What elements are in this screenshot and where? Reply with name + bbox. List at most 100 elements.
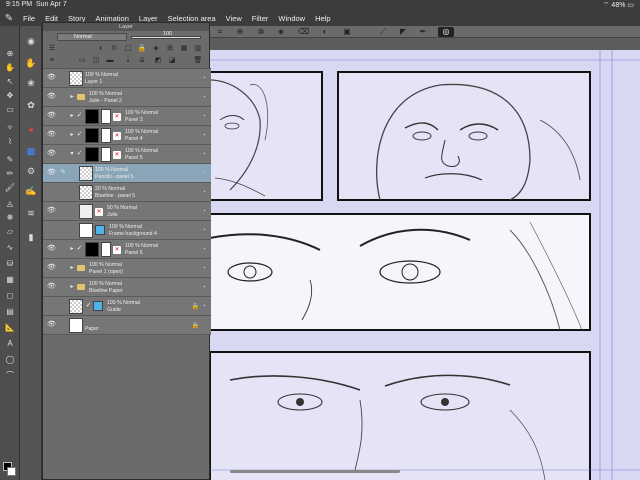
eyedropper-icon[interactable]: ⌇ [4,136,16,147]
drag-handle-icon[interactable]: ▪ [202,152,207,157]
layer-row[interactable]: 👁 ✕ 50 % Normal Julie ▪ [43,202,211,221]
drag-handle-icon[interactable]: ▪ [202,266,207,271]
sub-tool-doc-icon[interactable]: ▮ [23,230,39,244]
drawing-canvas[interactable] [210,50,640,480]
snap-icon[interactable]: ⌗ [215,27,225,37]
hide-icon[interactable]: ◐ [320,27,330,37]
dark-mode-icon[interactable]: ◎ [438,27,454,37]
move-layer-icon[interactable]: ✥ [4,90,16,101]
visibility-eye-icon[interactable]: 👁 [47,93,56,101]
visibility-eye-icon[interactable]: 👁 [47,283,56,291]
sub-tool-pen-icon[interactable]: ✍ [23,184,39,198]
new-raster-layer-icon[interactable]: ▭ [77,56,87,66]
expand-arrow-icon[interactable]: ▸ [69,112,75,120]
crop-icon[interactable]: ▣ [342,27,352,37]
brush-size-icon[interactable]: ≋ [23,206,39,220]
draft-layer-icon[interactable]: ▥ [193,44,203,54]
text-tool-icon[interactable]: A [4,338,16,349]
auto-select-icon[interactable]: ✧ [4,122,16,133]
operation-tool-icon[interactable]: ↖ [4,76,16,87]
visibility-eye-icon[interactable]: 👁 [47,74,56,82]
layer-row[interactable]: 👁 ▾ ✓ ✕ 100 % Normal Panel 5 ▪ [43,145,211,164]
layer-lock-icon[interactable]: 🔒 [192,303,199,310]
figure-tool-icon[interactable]: ◻ [4,290,16,301]
lock-layer-icon[interactable]: 🔒 [137,44,147,54]
layer-row[interactable]: ✓ 100 % Normal Guide 🔒 ▪ [43,297,211,316]
layer-list-icon[interactable]: ≡ [47,56,57,66]
expand-arrow-icon[interactable]: ▸ [69,131,75,139]
sub-color-swatch[interactable] [7,467,16,476]
visibility-eye-icon[interactable]: 👁 [47,321,56,329]
airbrush-icon[interactable]: ◬ [4,198,16,209]
visibility-eye-icon[interactable]: 👁 [47,169,56,177]
hand-tool-icon[interactable]: ✋ [4,62,16,73]
menu-filter[interactable]: Filter [247,14,274,23]
drag-handle-icon[interactable]: ▪ [202,171,207,176]
visibility-eye-icon[interactable]: 👁 [47,245,56,253]
mask-enable-icon[interactable]: ◈ [151,44,161,54]
drag-handle-icon[interactable]: ▪ [202,114,207,119]
drag-handle-icon[interactable]: ▪ [202,190,207,195]
visibility-eye-icon[interactable]: 👁 [47,112,56,120]
visibility-eye-icon[interactable]: 👁 [47,207,56,215]
checkmark-icon[interactable]: ✓ [76,112,83,120]
layer-row[interactable]: 👁 ▸ ✓ ✕ 100 % Normal Panel 6 ▪ [43,240,211,259]
pencil-tool-icon[interactable]: ✏ [4,168,16,179]
layer-row[interactable]: 👁 Paper 🔒 [43,316,211,335]
sub-tool-gear-icon[interactable]: ⚙ [23,164,39,178]
new-vector-layer-icon[interactable]: ◫ [91,56,101,66]
checkmark-icon[interactable]: ✓ [85,302,92,310]
fill-tool-icon[interactable]: ⛁ [4,258,16,269]
menu-view[interactable]: View [221,14,247,23]
expand-arrow-icon[interactable]: ▸ [69,93,75,101]
layer-row-selected[interactable]: 👁 ✎ 100 % Normal Pencils - panel 5 ▪ [43,164,211,183]
layer-menu-icon[interactable]: ☰ [47,44,57,54]
ruler-range-icon[interactable]: ⊞ [165,44,175,54]
drag-handle-icon[interactable]: ▪ [202,304,207,309]
menu-help[interactable]: Help [310,14,335,23]
clear-icon[interactable]: ⌫ [298,27,309,37]
lock-transparent-icon[interactable]: ▢ [123,44,133,54]
menu-window[interactable]: Window [273,14,310,23]
brush-tool-icon[interactable]: 🖌 [4,182,16,193]
canvas-scrollbar[interactable] [230,470,400,473]
drag-handle-icon[interactable]: ▪ [202,247,207,252]
layer-row[interactable]: 👁 ▸ 100 % Normal Panel 1 (open) ▪ [43,259,211,278]
expand-arrow-icon[interactable]: ▸ [69,245,75,253]
combine-below-icon[interactable]: ⇊ [137,56,147,66]
drag-handle-icon[interactable]: ▪ [202,133,207,138]
drag-handle-icon[interactable]: ▪ [202,95,207,100]
visibility-eye-icon[interactable]: 👁 [47,264,56,272]
decoration-icon[interactable]: ❋ [4,212,16,223]
apply-mask-icon[interactable]: ◪ [167,56,177,66]
sub-tool-circle-icon[interactable]: ◉ [23,34,39,48]
expand-arrow-icon[interactable]: ▸ [69,283,75,291]
drag-handle-icon[interactable]: ▪ [202,76,207,81]
correct-line-icon[interactable]: ⌒ [4,370,16,381]
transfer-below-icon[interactable]: ⇣ [123,56,133,66]
frame-tool-icon[interactable]: ▤ [4,306,16,317]
sub-tool-hand-icon[interactable]: ✋ [23,56,39,70]
blend-tool-icon[interactable]: ∿ [4,242,16,253]
checkmark-icon[interactable]: ✓ [76,150,83,158]
drag-handle-icon[interactable]: ▪ [202,228,207,233]
gradient-tool-icon[interactable]: ▦ [4,274,16,285]
layer-row[interactable]: 👁 100 % Normal Layer 1 ▪ [43,69,211,88]
layer-row[interactable]: 👁 ▸ ✓ ✕ 100 % Normal Panel 3 ▪ [43,107,211,126]
pen-tool-icon[interactable]: ✎ [4,154,16,165]
create-mask-icon[interactable]: ◩ [153,56,163,66]
app-logo-icon[interactable]: ✎ [0,10,18,26]
checkmark-icon[interactable]: ✓ [76,245,83,253]
layer-lock-icon[interactable]: 🔒 [192,322,199,329]
ruler-icon[interactable]: ⊕ [235,27,245,37]
color-wheel-icon[interactable]: ◕ [23,122,39,136]
drag-handle-icon[interactable]: ▪ [202,285,207,290]
layer-row[interactable]: 👁 ▸ 100 % Normal Blueline Paper ▪ [43,278,211,297]
eraser-icon[interactable]: ▱ [4,226,16,237]
pen-pressure-icon[interactable]: ✒ [418,27,428,37]
snap-special-icon[interactable]: ◤ [398,27,408,37]
layer-color-icon[interactable]: ▦ [179,44,189,54]
drag-handle-icon[interactable]: ▪ [202,209,207,214]
collapse-arrow-icon[interactable]: ▾ [69,150,75,158]
sub-tool-lasso-icon[interactable]: ❀ [23,76,39,90]
